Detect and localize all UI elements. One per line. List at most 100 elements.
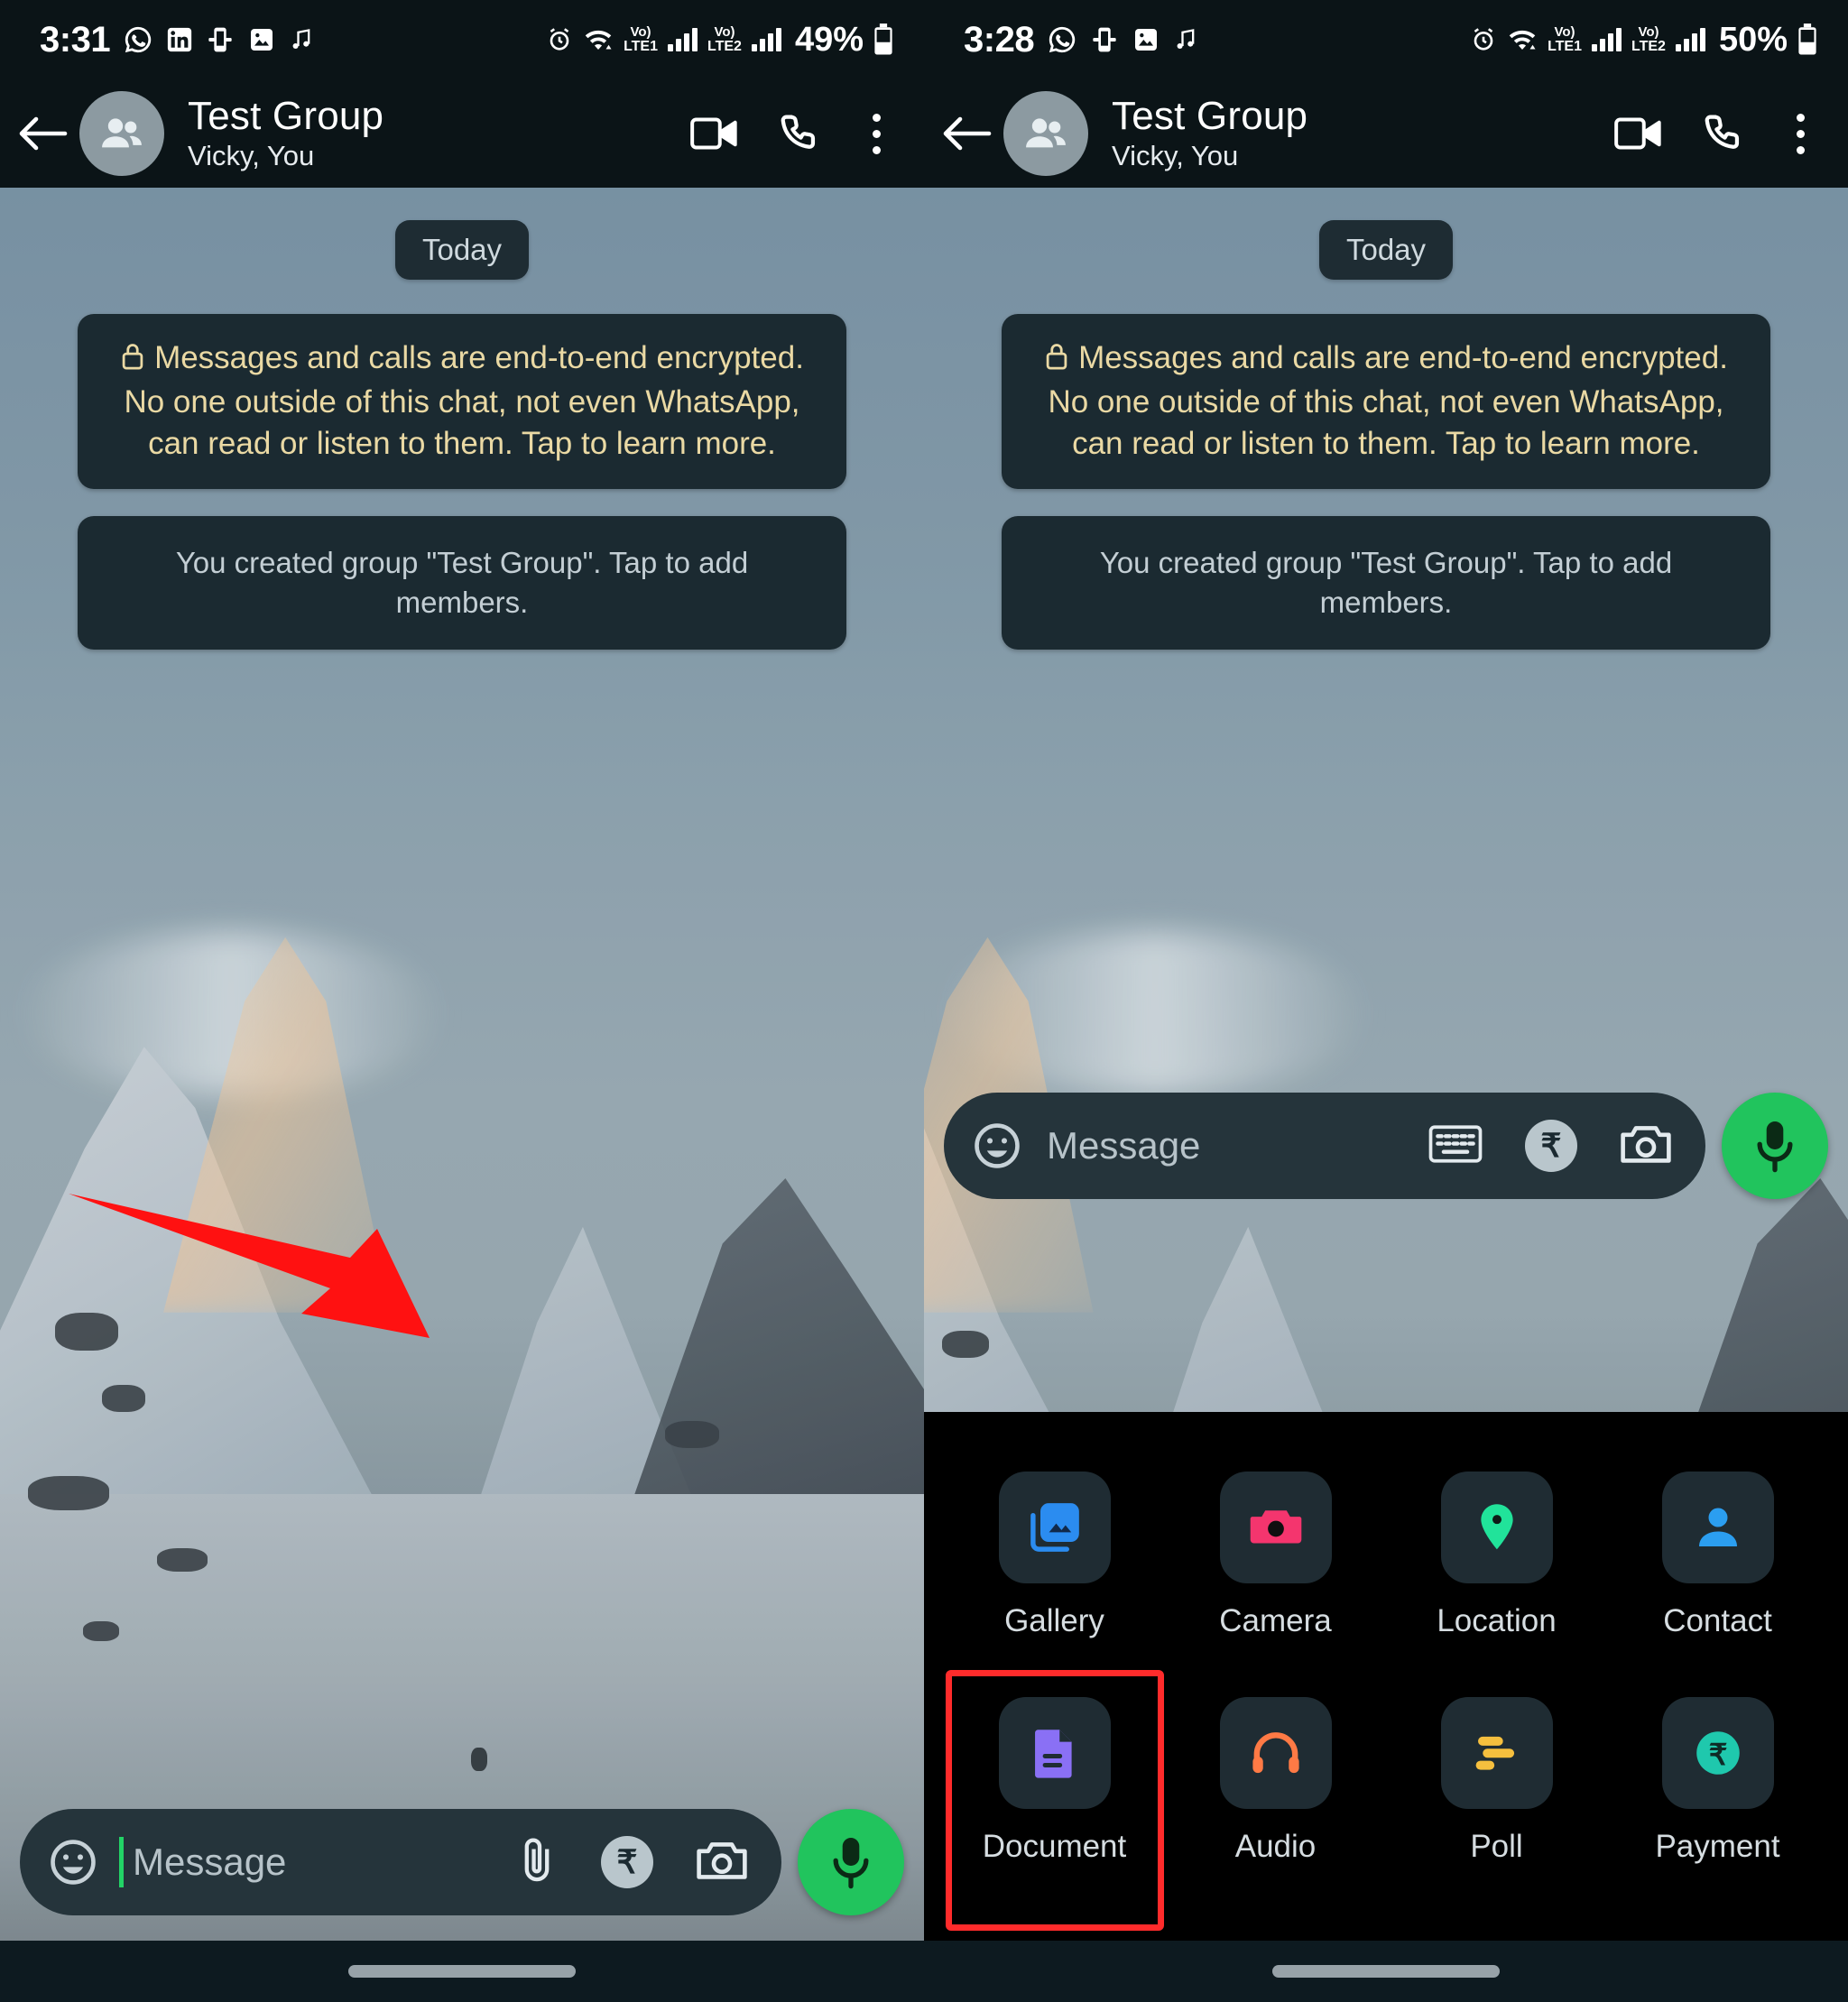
attachment-option-gallery[interactable]: Gallery	[944, 1459, 1165, 1652]
status-right-group: Vo) LTE1 Vo) LTE2 49%	[546, 21, 893, 60]
keyboard-icon[interactable]	[1428, 1122, 1483, 1170]
volte-lte2-icon: Vo) LTE2	[1631, 24, 1666, 54]
emoji-icon[interactable]	[47, 1836, 99, 1888]
music-note-icon	[1173, 26, 1198, 53]
payment-tile: ₹	[1661, 1697, 1774, 1809]
volte-lte1-icon: Vo) LTE1	[624, 24, 658, 53]
group-members-subtitle: Vicky, You	[1112, 140, 1239, 172]
attachment-label: Contact	[1663, 1603, 1772, 1638]
attachment-option-poll[interactable]: Poll	[1386, 1684, 1607, 1877]
signal-bars-icon-1	[1592, 28, 1622, 51]
camera-icon[interactable]	[695, 1837, 749, 1888]
volte2-label-top: Vo)	[1638, 24, 1659, 41]
composer-left: Message ₹	[0, 1809, 924, 1915]
status-bar-left: 3:31 Vo) LTE1 Vo) LTE2 49%	[0, 0, 924, 79]
volte-lte1-icon: Vo) LTE1	[1548, 24, 1582, 54]
voice-call-icon[interactable]	[779, 113, 820, 154]
status-right-group-right: Vo) LTE1 Vo) LTE2 50%	[1470, 21, 1817, 60]
battery-percent: 49%	[794, 20, 864, 59]
attachment-label: Location	[1437, 1603, 1557, 1638]
message-input-pill[interactable]: Message ₹	[944, 1093, 1705, 1199]
attachment-label: Poll	[1470, 1829, 1523, 1864]
poll-tile	[1440, 1697, 1553, 1809]
attachment-sheet: Gallery Camera Location Contact Document…	[924, 1412, 1848, 1941]
app-bar-actions	[1614, 106, 1825, 161]
system-nav-bar-right	[924, 1941, 1848, 2002]
page-title: Test Group	[188, 93, 384, 138]
app-bar-titles[interactable]: Test Group Vicky, You	[188, 95, 690, 173]
home-indicator[interactable]	[1272, 1965, 1500, 1978]
chat-area-right: Today Messages and calls are end-to-end …	[924, 188, 1848, 2002]
voice-record-button[interactable]	[798, 1809, 904, 1915]
attachment-option-contact[interactable]: Contact	[1607, 1459, 1828, 1652]
system-nav-bar-left	[0, 1941, 924, 2002]
phone-screen-left: 3:31 Vo) LTE1 Vo) LTE2 49% Test Group Vi…	[0, 0, 924, 2002]
back-arrow-icon[interactable]	[933, 99, 1002, 168]
app-bar-titles[interactable]: Test Group Vicky, You	[1112, 95, 1614, 173]
overflow-menu-icon[interactable]	[860, 106, 893, 161]
chat-messages-left: Today Messages and calls are end-to-end …	[0, 188, 924, 650]
volte2-label-bottom: LTE2	[1631, 38, 1666, 54]
voice-record-button[interactable]	[1722, 1093, 1828, 1199]
avatar[interactable]	[1003, 91, 1088, 176]
emoji-icon[interactable]	[971, 1120, 1023, 1172]
volte-label-bottom: LTE1	[1548, 38, 1582, 54]
signal-bars-icon-1	[668, 28, 698, 51]
battery-percent-right: 50%	[1718, 20, 1788, 59]
attachment-option-camera[interactable]: Camera	[1165, 1459, 1386, 1652]
attachment-label: Camera	[1219, 1603, 1332, 1638]
video-call-icon[interactable]	[1614, 115, 1663, 152]
chat-area-left: Today Messages and calls are end-to-end …	[0, 188, 924, 2002]
attachment-option-payment[interactable]: ₹ Payment	[1607, 1684, 1828, 1877]
composer-actions: ₹	[1428, 1120, 1673, 1172]
volte-label-top: Vo)	[630, 24, 651, 41]
volte2-label-top: Vo)	[714, 24, 735, 41]
voice-call-icon[interactable]	[1703, 113, 1744, 154]
system-message-bubble[interactable]: You created group "Test Group". Tap to a…	[1002, 515, 1770, 650]
attachment-label: Audio	[1234, 1829, 1317, 1864]
video-call-icon[interactable]	[690, 115, 739, 152]
day-divider: Today	[394, 220, 530, 280]
system-message-bubble[interactable]: You created group "Test Group". Tap to a…	[78, 515, 846, 650]
volte-label-top: Vo)	[1554, 24, 1575, 41]
rupee-symbol: ₹	[616, 1843, 638, 1880]
status-bar-right: 3:28 Vo) LTE1 Vo) LTE2 50%	[924, 0, 1848, 79]
dual-screenshot-composite: 3:31 Vo) LTE1 Vo) LTE2 49% Test Group Vi…	[0, 0, 1848, 2002]
image-icon	[1132, 25, 1160, 54]
status-left-group: 3:31	[40, 20, 314, 60]
encryption-notice-bubble[interactable]: Messages and calls are end-to-end encryp…	[1002, 314, 1770, 489]
message-input-pill[interactable]: Message ₹	[20, 1809, 781, 1915]
attachment-label: Gallery	[1004, 1603, 1104, 1638]
rupee-payment-icon[interactable]: ₹	[601, 1836, 653, 1888]
attachment-option-audio[interactable]: Audio	[1165, 1684, 1386, 1877]
lock-icon	[120, 340, 145, 382]
app-bar-right: Test Group Vicky, You	[924, 79, 1848, 188]
message-placeholder: Message	[133, 1841, 287, 1883]
avatar[interactable]	[79, 91, 164, 176]
status-time-right: 3:28	[964, 19, 1035, 60]
overflow-menu-icon[interactable]	[1784, 106, 1817, 161]
phone-link-icon	[206, 25, 235, 54]
back-arrow-icon[interactable]	[9, 99, 78, 168]
day-divider-wrap: Today	[0, 220, 924, 280]
rupee-payment-icon[interactable]: ₹	[1525, 1120, 1577, 1172]
document-tile	[998, 1697, 1111, 1809]
composer-actions: ₹	[514, 1835, 749, 1890]
camera-icon[interactable]	[1619, 1121, 1673, 1172]
attachment-option-location[interactable]: Location	[1386, 1459, 1607, 1652]
battery-icon	[873, 23, 893, 56]
camera-tile	[1219, 1472, 1332, 1583]
encryption-notice-bubble[interactable]: Messages and calls are end-to-end encryp…	[78, 314, 846, 489]
home-indicator[interactable]	[348, 1965, 576, 1978]
attachment-grid: Gallery Camera Location Contact Document…	[924, 1459, 1848, 1877]
encryption-notice-text: Messages and calls are end-to-end encryp…	[124, 340, 804, 462]
day-divider: Today	[1318, 220, 1454, 280]
attachment-option-document[interactable]: Document	[944, 1684, 1165, 1877]
system-message-text: You created group "Test Group". Tap to a…	[1099, 545, 1673, 619]
app-bar-actions	[690, 106, 901, 161]
composer-right: Message ₹	[924, 1093, 1848, 1199]
audio-tile	[1219, 1697, 1332, 1809]
attachment-label: Payment	[1655, 1829, 1780, 1864]
attach-paperclip-icon[interactable]	[514, 1835, 559, 1890]
image-icon	[247, 25, 276, 54]
